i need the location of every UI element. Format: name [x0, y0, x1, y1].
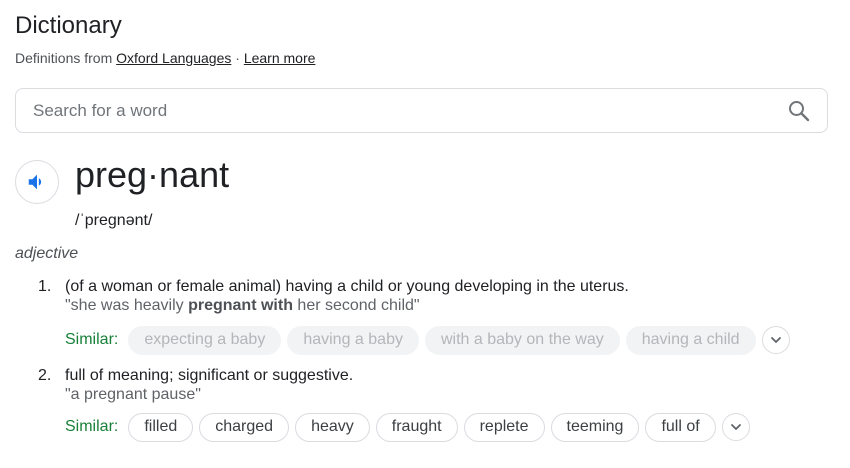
similar-label: Similar:: [65, 418, 119, 435]
search-box: [15, 88, 828, 133]
similar-row-1: Similar: expecting a baby having a baby …: [65, 324, 790, 356]
page-title: Dictionary: [15, 12, 122, 39]
source-line: Definitions from Oxford Languages · Lear…: [15, 49, 315, 67]
sense-definition: full of meaning; significant or suggesti…: [65, 367, 354, 384]
pronunciation-button[interactable]: [15, 160, 59, 204]
chevron-down-icon: [729, 420, 743, 434]
sense-example: "a pregnant pause": [65, 386, 201, 403]
separator: ·: [235, 50, 240, 66]
part-of-speech: adjective: [15, 245, 79, 262]
similar-chip[interactable]: teeming: [550, 412, 640, 442]
similar-chip[interactable]: filled: [128, 412, 194, 442]
similar-chip[interactable]: having a baby: [287, 325, 419, 355]
sense-example: "she was heavily pregnant with her secon…: [65, 296, 420, 315]
similar-row-2: Similar: filled charged heavy fraught re…: [65, 411, 750, 443]
similar-chip[interactable]: having a child: [625, 325, 756, 355]
similar-label: Similar:: [65, 331, 119, 348]
example-highlight: pregnant with: [188, 297, 293, 314]
source-prefix: Definitions from: [15, 50, 113, 66]
search-icon[interactable]: [787, 99, 811, 123]
speaker-icon: [26, 171, 48, 193]
search-input[interactable]: [33, 89, 763, 132]
learn-more-link[interactable]: Learn more: [244, 50, 316, 66]
similar-chip[interactable]: replete: [463, 412, 545, 442]
similar-chip[interactable]: full of: [645, 412, 716, 442]
similar-chip[interactable]: fraught: [375, 412, 458, 442]
similar-chip[interactable]: heavy: [295, 412, 370, 442]
similar-chip[interactable]: with a baby on the way: [424, 325, 620, 355]
expand-similar-button[interactable]: [761, 326, 790, 354]
sense-number: 2.: [38, 367, 52, 384]
expand-similar-button[interactable]: [721, 413, 750, 441]
oxford-languages-link[interactable]: Oxford Languages: [116, 50, 231, 66]
similar-chip[interactable]: expecting a baby: [128, 325, 282, 355]
sense-number: 1.: [38, 278, 52, 295]
sense-definition: (of a woman or female animal) having a c…: [65, 278, 629, 295]
chevron-down-icon: [769, 333, 783, 347]
example-text: her second child": [292, 297, 420, 314]
headword: preg·nant: [75, 154, 230, 195]
phonetic: /ˈpreɡnənt/: [75, 212, 153, 229]
similar-chip[interactable]: charged: [199, 412, 290, 442]
example-text: "she was heavily: [65, 297, 189, 314]
